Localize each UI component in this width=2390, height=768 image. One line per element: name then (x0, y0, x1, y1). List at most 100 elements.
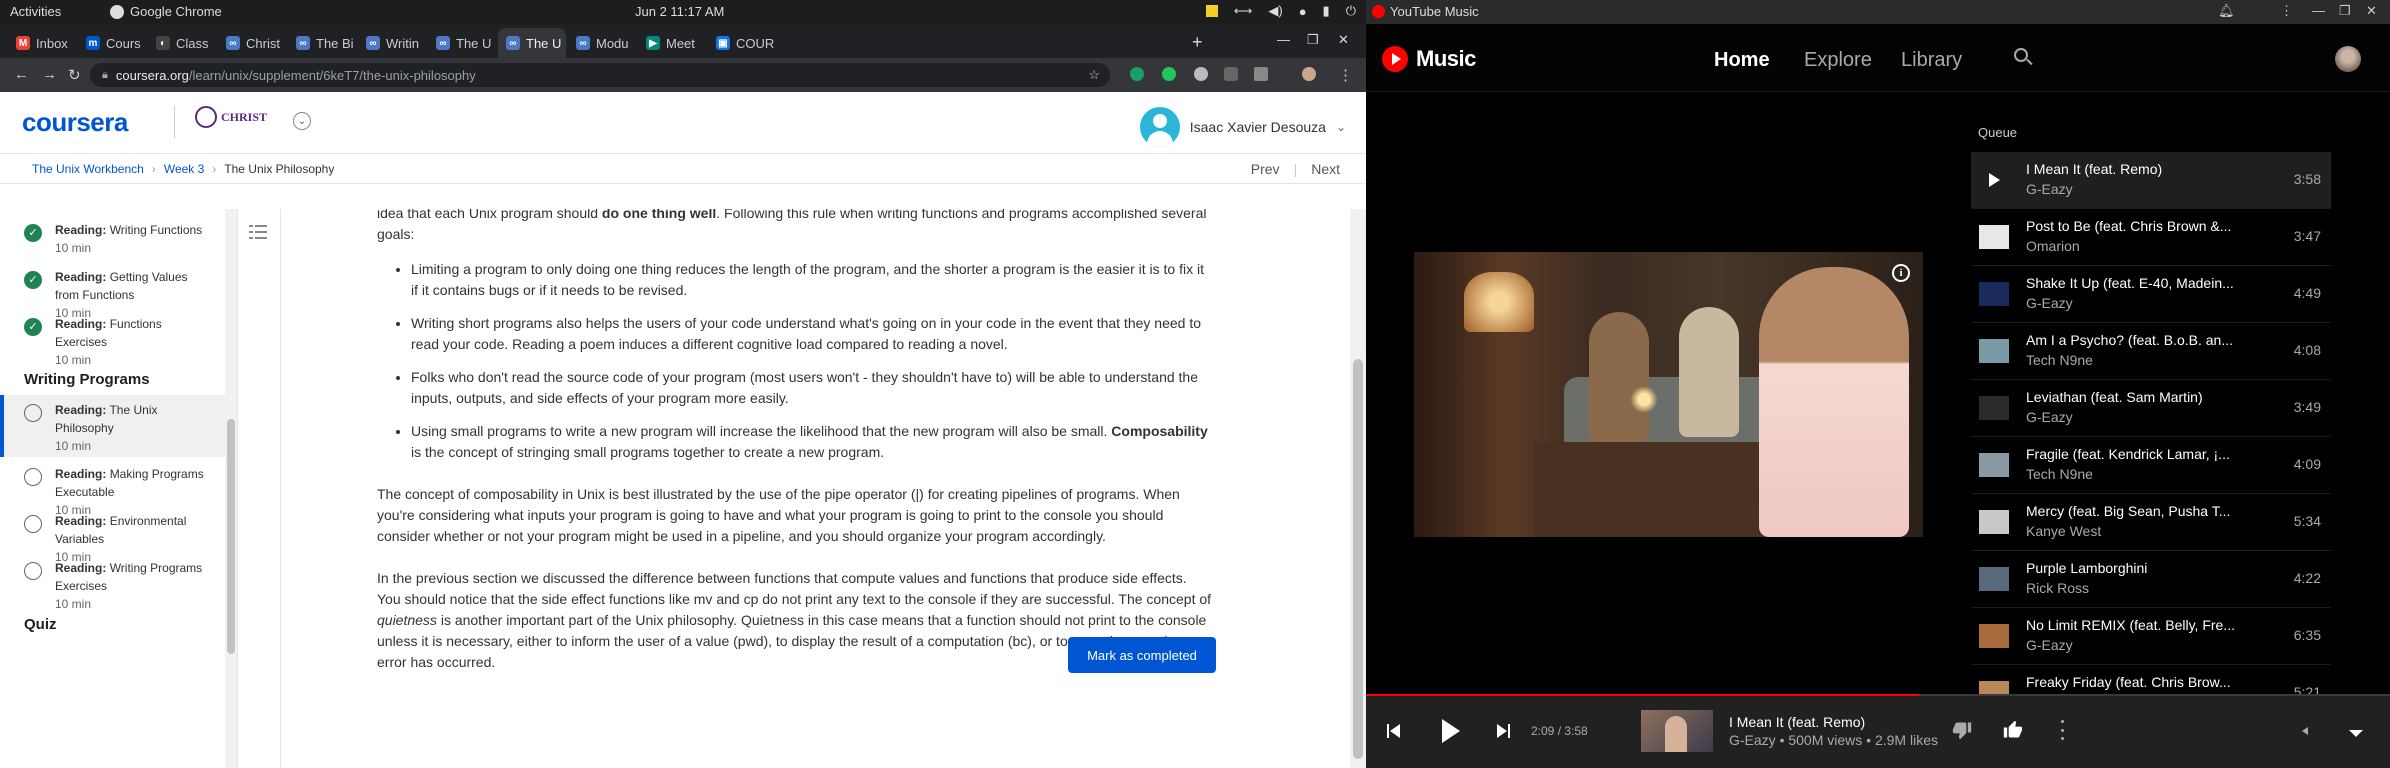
play-icon[interactable] (1979, 166, 2009, 194)
close-window-button[interactable]: ✕ (2366, 3, 2377, 19)
extension-icon[interactable] (1224, 67, 1238, 81)
reload-button[interactable]: ↻ (68, 66, 81, 84)
browser-tab[interactable]: M Inbox ✕ (8, 28, 76, 58)
close-window-button[interactable]: ✕ (1338, 32, 1349, 48)
mark-as-completed-button[interactable]: Mark as completed (1068, 637, 1216, 673)
content-scrollbar[interactable] (1350, 209, 1366, 768)
volume-icon[interactable]: ◀) (1268, 3, 1282, 19)
battery-icon[interactable]: ▮ (1323, 3, 1330, 19)
queue-item[interactable]: No Limit REMIX (feat. Belly, Fre... G-Eaz… (1971, 608, 2331, 665)
section-heading[interactable]: Quiz (24, 616, 57, 633)
browser-tab[interactable]: ∞ Christ ✕ (218, 28, 286, 58)
browser-tab[interactable]: ▣COUR✕ (708, 28, 776, 58)
queue-item[interactable]: Freaky Friday (feat. Chris Brow...Lil Di… (1971, 665, 2331, 697)
maximize-button[interactable]: ❐ (2339, 3, 2351, 19)
browser-tab[interactable]: ∞ Writin ✕ (358, 28, 426, 58)
tab-close-icon[interactable]: ✕ (635, 36, 636, 50)
grammarly-extension-icon[interactable] (1130, 67, 1144, 81)
queue-item[interactable]: Mercy (feat. Big Sean, Pusha T... Kanye W… (1971, 494, 2331, 551)
browser-tab[interactable]: ∞The U✕ (498, 28, 566, 58)
next-track-icon[interactable] (1497, 724, 1511, 738)
address-bar[interactable]: 🔒︎ coursera.org/learn/unix/supplement/6k… (90, 63, 1110, 87)
more-options-icon[interactable] (2059, 720, 2065, 740)
prev-button[interactable]: Prev (1251, 161, 1280, 177)
section-heading[interactable]: Writing Programs (24, 371, 150, 388)
play-icon[interactable] (1442, 719, 1462, 743)
browser-tab[interactable]: ∞ Modu ✕ (568, 28, 636, 58)
activities-button[interactable]: Activities (10, 4, 61, 19)
music-video-player[interactable]: i (1414, 252, 1923, 537)
thumbs-down-icon[interactable] (1952, 720, 1972, 740)
sidebar-scrollbar[interactable] (225, 209, 237, 768)
sidebar-item-getting-values[interactable]: ✓ Reading: Getting Values from Functions… (0, 268, 225, 320)
microphone-icon[interactable]: ● (1299, 4, 1307, 19)
tab-close-icon[interactable]: ✕ (701, 36, 706, 50)
breadcrumb-week[interactable]: Week 3 (164, 162, 204, 176)
extension-icon[interactable] (1162, 67, 1176, 81)
browser-tab[interactable]: ▶ Meet ✕ (638, 28, 706, 58)
chrome-menu-button[interactable]: ⋮ (1338, 66, 1353, 84)
queue-item[interactable]: Am I a Psycho? (feat. B.o.B. an... Tech N… (1971, 323, 2331, 380)
browser-tab[interactable]: ∞The U✕ (428, 28, 496, 58)
now-playing-meta[interactable]: G-Eazy • 500M views • 2.9M likes (1729, 732, 1938, 748)
nav-explore[interactable]: Explore (1804, 49, 1872, 72)
extension-icon[interactable] (1194, 67, 1208, 81)
nav-library[interactable]: Library (1901, 49, 1962, 72)
content-scrollbar-thumb[interactable] (1353, 359, 1363, 759)
app-menu[interactable]: Google Chrome (110, 4, 222, 19)
sidebar-item-functions-exercises[interactable]: ✓ Reading: Functions Exercises 10 min (0, 315, 225, 367)
sidebar-item-environmental-variables[interactable]: Reading: Environmental Variables 10 min (0, 512, 225, 564)
forward-button[interactable]: → (42, 66, 57, 83)
profile-avatar[interactable] (1302, 67, 1316, 81)
power-icon[interactable]: ⏻ (1346, 3, 1356, 19)
minimize-button[interactable]: — (1277, 32, 1290, 47)
sidebar-item-writing-functions[interactable]: ✓ Reading: Writing Functions 10 min (0, 221, 225, 271)
partner-dropdown-icon[interactable]: ⌄ (293, 112, 311, 130)
notes-icon[interactable] (1205, 5, 1218, 17)
sidebar-item-unix-philosophy[interactable]: Reading: The Unix Philosophy 10 min (0, 395, 225, 457)
reading-list-icon[interactable] (1254, 67, 1268, 81)
tab-close-icon[interactable]: ✕ (74, 36, 76, 50)
queue-item[interactable]: Post to Be (feat. Chris Brown &... Omario… (1971, 209, 2331, 266)
network-icon[interactable]: ⟷ (1234, 3, 1253, 19)
queue-item[interactable]: Leviathan (feat. Sam Martin) G-Eazy 3:49 (1971, 380, 2331, 437)
info-icon[interactable]: i (1892, 264, 1910, 282)
previous-track-icon[interactable] (1387, 724, 1401, 738)
now-playing-title[interactable]: I Mean It (feat. Remo) (1729, 714, 1865, 730)
queue-item[interactable]: Purple Lamborghini Rick Ross 4:22 (1971, 551, 2331, 608)
ytm-logo[interactable]: Music (1382, 46, 1476, 72)
coursera-logo[interactable]: coursera (22, 107, 128, 138)
queue-item[interactable]: Shake It Up (feat. E-40, Madein... G-Eazy… (1971, 266, 2331, 323)
maximize-button[interactable]: ❐ (1307, 32, 1319, 48)
new-tab-button[interactable]: + (1192, 32, 1203, 53)
menu-kebab-icon[interactable]: ⋮ (2280, 3, 2293, 19)
browser-tab[interactable]: ◐ Class ✕ (148, 28, 216, 58)
system-clock[interactable]: Jun 2 11:17 AM (635, 4, 724, 19)
queue-item[interactable]: I Mean It (feat. Remo) G-Eazy 3:58 (1971, 152, 2331, 209)
sidebar-scrollbar-thumb[interactable] (227, 419, 235, 654)
progress-bar[interactable] (1366, 694, 2390, 696)
back-button[interactable]: ← (14, 66, 29, 83)
tab-close-icon[interactable]: ✕ (425, 36, 426, 50)
thumbs-up-icon[interactable] (2003, 720, 2023, 740)
queue-item[interactable]: Fragile (feat. Kendrick Lamar, ¡... Tech … (1971, 437, 2331, 494)
nav-home[interactable]: Home (1714, 49, 1770, 72)
tab-close-icon[interactable]: ✕ (215, 36, 216, 50)
volume-toggle-icon[interactable] (2302, 727, 2308, 735)
minimize-button[interactable]: — (2312, 3, 2325, 18)
search-icon[interactable] (2014, 48, 2034, 68)
now-playing-thumbnail[interactable] (1641, 710, 1713, 752)
breadcrumb-course[interactable]: The Unix Workbench (32, 162, 144, 176)
browser-tab[interactable]: ∞The Bi✕ (288, 28, 356, 58)
user-menu[interactable]: Isaac Xavier Desouza ⌄ (1139, 107, 1346, 147)
expand-player-icon[interactable] (2349, 730, 2363, 737)
table-of-contents-icon[interactable] (249, 223, 267, 241)
lock-icon[interactable]: 🔒︎ (102, 69, 108, 82)
account-avatar[interactable] (2335, 46, 2361, 72)
next-button[interactable]: Next (1311, 161, 1340, 177)
bookmark-star-icon[interactable]: ☆ (1088, 67, 1100, 83)
sidebar-item-making-executable[interactable]: Reading: Making Programs Executable 10 mi… (0, 465, 225, 517)
browser-tab[interactable]: mCours✕ (78, 28, 146, 58)
notifications-icon[interactable]: 🔔︎ (2218, 3, 2235, 19)
system-tray[interactable]: ⟷ ◀) ● ▮ ⏻ (1205, 3, 1356, 19)
